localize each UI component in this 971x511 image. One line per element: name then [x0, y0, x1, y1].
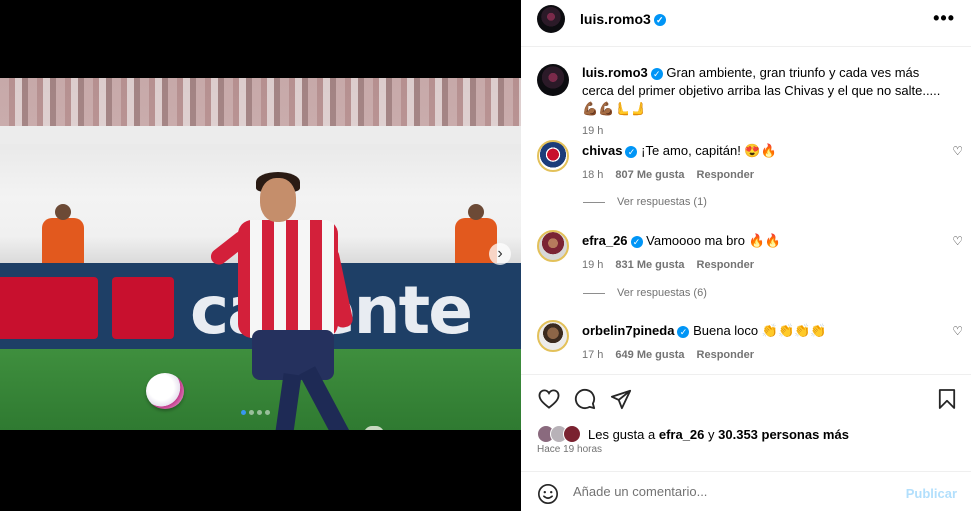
verified-icon: ✓ [630, 235, 643, 248]
reply-button[interactable]: Responder [697, 256, 754, 274]
likes-count[interactable]: 30.353 personas más [718, 427, 849, 442]
heart-icon[interactable]: ♡ [952, 234, 963, 248]
verified-icon: ✓ [625, 145, 638, 158]
more-icon[interactable]: ••• [933, 8, 955, 29]
comment-text: Buena loco 👏👏👏👏 [693, 323, 827, 338]
publish-button[interactable]: Publicar [906, 486, 957, 501]
reply-button[interactable]: Responder [697, 346, 754, 364]
comment-text: Vamoooo ma bro 🔥🔥 [646, 233, 781, 248]
likes-user[interactable]: efra_26 [659, 427, 705, 442]
heart-icon[interactable]: ♡ [952, 324, 963, 338]
comment-input[interactable] [573, 484, 893, 499]
bookmark-icon[interactable] [935, 387, 959, 411]
caption-username[interactable]: luis.romo3 [582, 65, 648, 80]
likes-connector: y [708, 426, 715, 442]
ad-board-logo [112, 277, 174, 339]
comment-username[interactable]: efra_26 [582, 233, 628, 248]
emoji-icon[interactable] [537, 483, 559, 505]
avatar [563, 425, 581, 443]
comment-time[interactable]: 19 h [582, 256, 603, 274]
stadium-crowd [0, 78, 521, 126]
post-time[interactable]: Hace 19 horas [537, 444, 602, 455]
heart-icon[interactable]: ♡ [952, 144, 963, 158]
comment-text: ¡Te amo, capitán! 😍🔥 [641, 143, 777, 158]
action-bar [521, 374, 971, 424]
avatar[interactable] [537, 64, 569, 96]
view-replies-button[interactable]: Ver respuestas (1) [583, 196, 707, 208]
carousel-dot [265, 410, 270, 415]
comment-time[interactable]: 17 h [582, 346, 603, 364]
staff-figure [42, 204, 84, 266]
comment-likes[interactable]: 807 Me gusta [615, 166, 684, 184]
ad-board-logo [36, 277, 98, 339]
comment-time[interactable]: 18 h [582, 166, 603, 184]
liker-avatars [537, 425, 585, 443]
stadium-stand [0, 126, 521, 144]
reply-button[interactable]: Responder [697, 166, 754, 184]
likes-prefix: Les gusta a [588, 426, 656, 442]
view-replies-label[interactable]: Ver respuestas (1) [617, 196, 707, 208]
view-replies-label[interactable]: Ver respuestas (6) [617, 287, 707, 299]
verified-icon: ✓ [653, 14, 666, 27]
next-image-button[interactable]: › [489, 243, 511, 265]
post-panel: luis.romo3 ✓ ••• luis.romo3 ✓ Gran ambient… [521, 0, 971, 511]
carousel-dot [257, 410, 262, 415]
soccer-ball [146, 373, 184, 409]
post-photo[interactable]: caliente [0, 78, 521, 430]
carousel-dot [241, 410, 246, 415]
carousel-dot [249, 410, 254, 415]
player-figure [200, 172, 390, 430]
comment-icon[interactable] [573, 387, 597, 411]
avatar[interactable] [537, 5, 565, 33]
carousel-indicator [241, 410, 270, 415]
avatar[interactable] [537, 320, 569, 352]
comment-username[interactable]: chivas [582, 143, 622, 158]
heart-icon[interactable] [537, 387, 561, 411]
comment-likes[interactable]: 831 Me gusta [615, 256, 684, 274]
post-header: luis.romo3 ✓ ••• [521, 0, 971, 47]
avatar[interactable] [537, 140, 569, 172]
likes-summary: Les gusta a efra_26 y 30.353 personas má… [537, 425, 849, 443]
post-author[interactable]: luis.romo3 ✓ [580, 11, 666, 27]
share-icon[interactable] [609, 387, 633, 411]
verified-icon: ✓ [677, 325, 690, 338]
next-arrow-icon: › [497, 245, 503, 262]
post-media: caliente › [0, 0, 521, 511]
verified-icon: ✓ [650, 67, 663, 80]
caption-emojis: 💪🏾💪🏾🫷🫸 [582, 101, 647, 116]
caption-time[interactable]: 19 h [582, 122, 603, 140]
comment-username[interactable]: orbelin7pineda [582, 323, 674, 338]
comment-likes[interactable]: 649 Me gusta [615, 346, 684, 364]
view-replies-button[interactable]: Ver respuestas (6) [583, 287, 707, 299]
comment-bar: Publicar [521, 471, 971, 511]
author-username[interactable]: luis.romo3 [580, 11, 651, 27]
avatar[interactable] [537, 230, 569, 262]
